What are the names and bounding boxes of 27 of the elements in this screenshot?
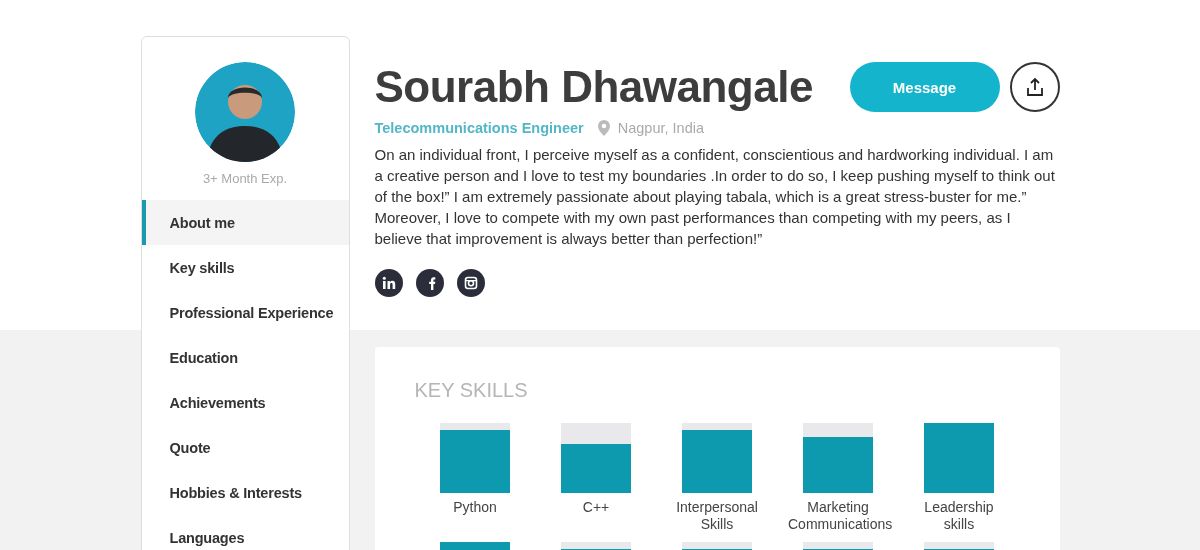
instagram-icon[interactable] <box>456 269 485 297</box>
linkedin-icon[interactable] <box>374 269 403 297</box>
bio-paragraph: On an individual front, I perceive myself as a confident, conscientious and hardworking individual. I am a creative person and I love to test my boundaries .In order to do so, I keep pushing myself to think out of the box!” I am extremely passionate about playing tabala, which is a great stress-buster for me.” Moreover, I love to compete with my own past performances than competing with my peers, as I believe that improvement is always better than perfection!” <box>374 145 1056 249</box>
sidebar-item[interactable]: Key skills <box>141 245 349 290</box>
section-title: KEY SKILLS <box>414 378 529 403</box>
sidebar-item[interactable]: Achievements <box>141 380 349 425</box>
skill-level <box>924 423 994 493</box>
skill-label: Leadership skills <box>923 499 995 533</box>
share-icon <box>1024 77 1045 97</box>
skill-label: Python <box>453 499 497 517</box>
sidebar-item[interactable]: About me <box>141 200 349 245</box>
location-pin-icon <box>597 120 610 136</box>
skill-label: C++ <box>582 499 610 517</box>
facebook-icon[interactable] <box>415 269 444 297</box>
skill-level <box>803 437 873 493</box>
profile-name: Sourabh Dhawangale <box>374 61 813 113</box>
experience-label: 3+ Month Exp. <box>202 171 288 186</box>
sidebar-item[interactable]: Hobbies & Interests <box>141 470 349 515</box>
share-button[interactable] <box>1009 62 1060 112</box>
skill-level <box>561 444 631 493</box>
location-text: Nagpur, India <box>617 120 704 136</box>
sidebar-item[interactable]: Languages <box>141 515 349 550</box>
sidebar-item[interactable]: Education <box>141 335 349 380</box>
sidebar-item[interactable]: Professional Experience <box>141 290 349 335</box>
sidebar-item[interactable]: Quote <box>141 425 349 470</box>
job-title: Telecommunications Engineer <box>374 120 584 136</box>
skill-label: Interpersonal Skills <box>675 499 759 533</box>
